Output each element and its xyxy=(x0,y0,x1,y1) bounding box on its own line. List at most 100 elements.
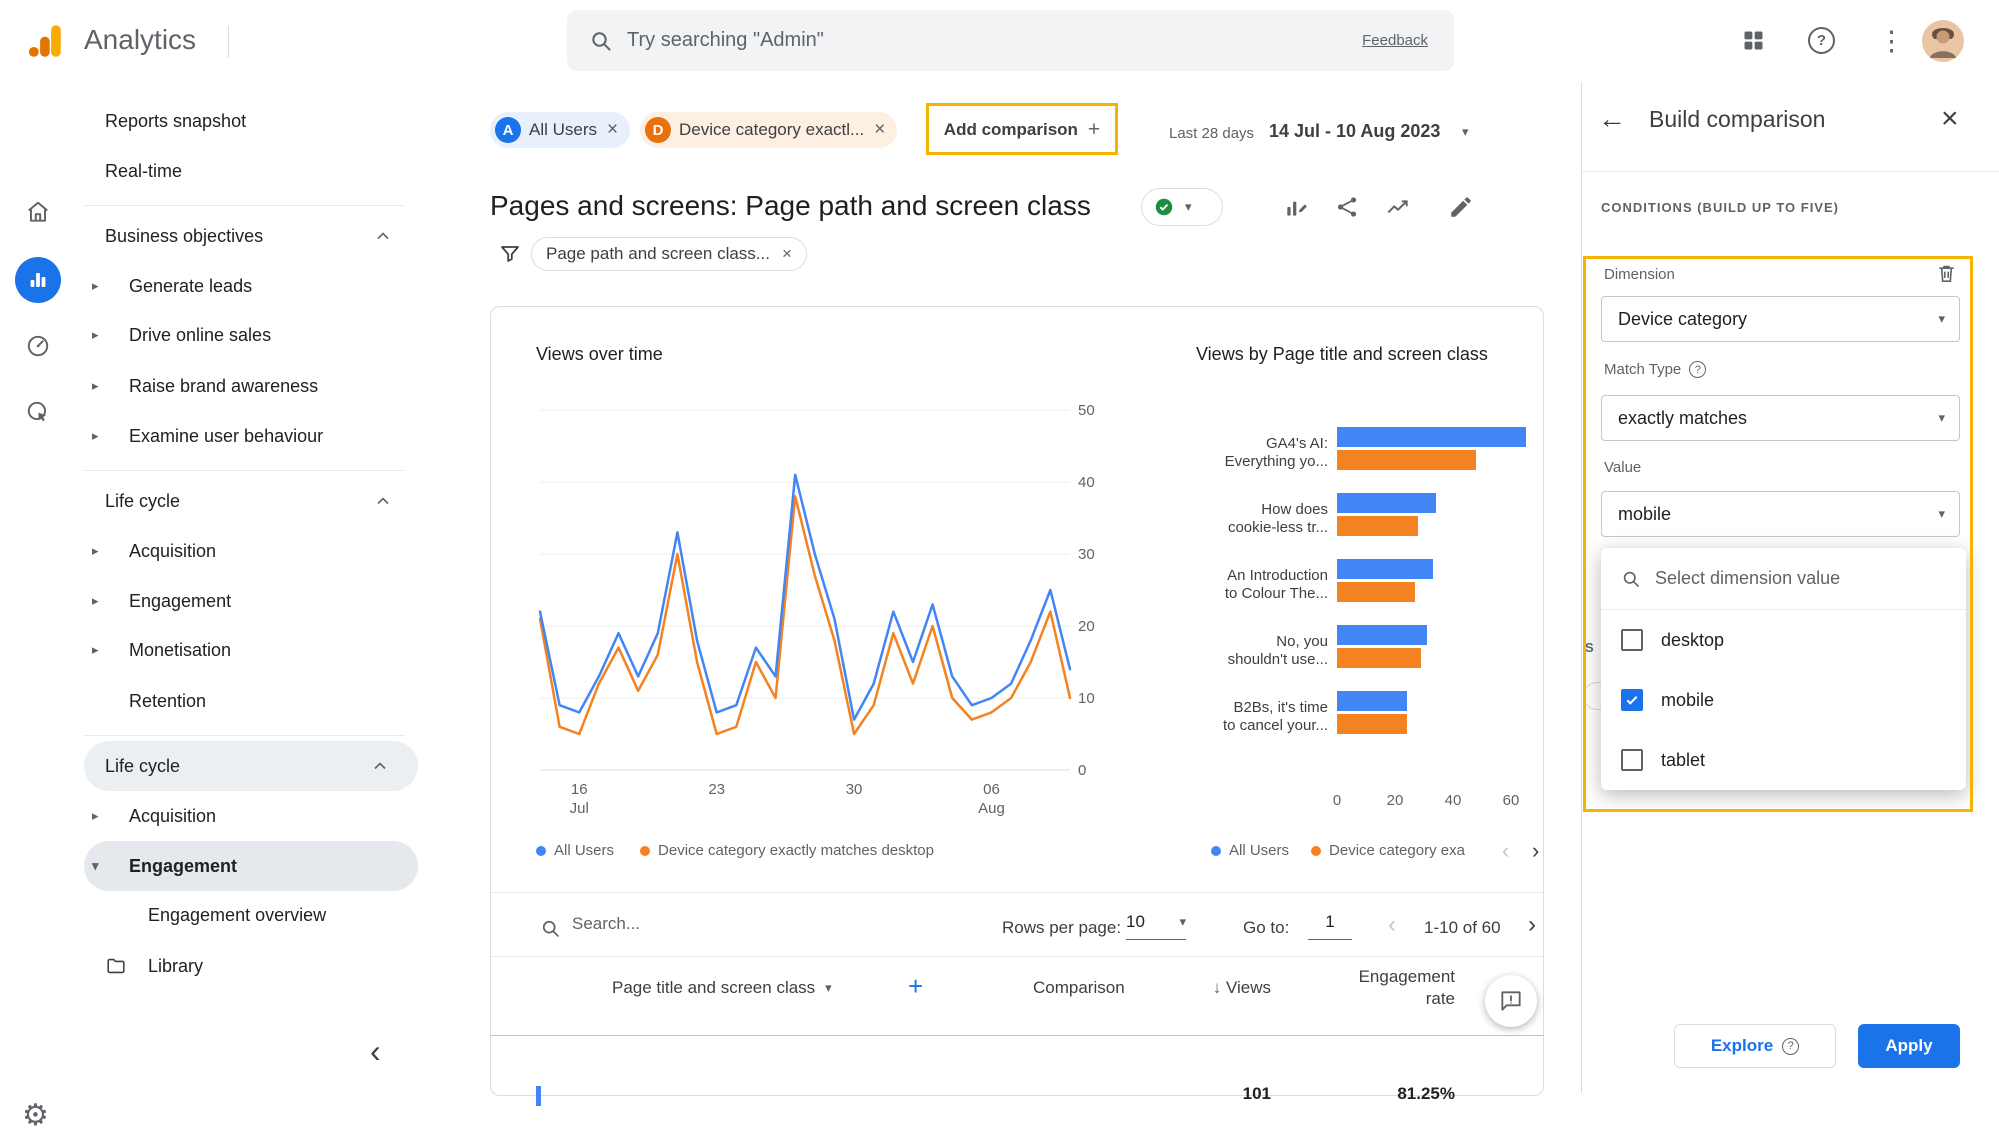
reports-icon[interactable] xyxy=(15,257,61,303)
option-desktop[interactable]: desktop xyxy=(1601,610,1966,670)
nav-acquisition-2[interactable]: ▸Acquisition xyxy=(76,791,421,841)
column-header-engagement-rate[interactable]: Engagement rate xyxy=(1341,966,1455,1010)
analytics-logo-icon xyxy=(24,20,66,62)
collapse-nav-icon[interactable]: ‹ xyxy=(370,1033,381,1070)
insights-icon[interactable] xyxy=(1385,194,1411,220)
nav-section-life-cycle-1[interactable]: Life cycle xyxy=(76,476,421,526)
nav-section-life-cycle-2[interactable]: Life cycle xyxy=(84,741,418,791)
nav-real-time[interactable]: Real-time xyxy=(76,146,421,196)
arrow-right-icon: ▸ xyxy=(92,543,129,559)
svg-text:30: 30 xyxy=(1078,546,1095,563)
option-mobile[interactable]: mobile xyxy=(1601,670,1966,730)
nav-monetisation[interactable]: ▸Monetisation xyxy=(76,625,421,675)
chevron-down-icon[interactable]: ▾ xyxy=(1462,124,1469,140)
settings-gear-icon[interactable]: ⚙ xyxy=(22,1098,49,1133)
nav-reports-snapshot[interactable]: Reports snapshot xyxy=(76,96,421,146)
rows-per-page-select[interactable]: 10 ▾ xyxy=(1126,912,1186,940)
add-column-button[interactable]: + xyxy=(908,971,923,1002)
nav-drive-online-sales[interactable]: ▸Drive online sales xyxy=(76,310,421,360)
explore-button[interactable]: Explore ? xyxy=(1674,1024,1836,1068)
sort-descending-icon: ↓ xyxy=(1213,978,1222,997)
dimension-label: Dimension xyxy=(1604,266,1675,283)
home-icon[interactable] xyxy=(25,199,51,225)
goto-page-input[interactable]: 1 xyxy=(1308,912,1352,940)
date-preset-label: Last 28 days xyxy=(1169,125,1254,142)
help-icon[interactable]: ? xyxy=(1808,27,1835,54)
rows-per-page-label: Rows per page: xyxy=(1002,918,1121,938)
kebab-menu-icon[interactable]: ⋮ xyxy=(1878,26,1905,57)
back-arrow-icon[interactable]: ← xyxy=(1598,103,1626,135)
checkbox-checked-icon[interactable] xyxy=(1621,689,1643,711)
dropdown-search-row[interactable] xyxy=(1601,548,1966,610)
apps-grid-icon[interactable] xyxy=(1740,27,1767,54)
nav-retention[interactable]: Retention xyxy=(76,676,421,726)
feedback-fab[interactable] xyxy=(1485,975,1537,1027)
arrow-right-icon: ▸ xyxy=(92,428,129,444)
checkbox-unchecked-icon[interactable] xyxy=(1621,629,1643,651)
legend-prev-icon[interactable]: ‹ xyxy=(1502,838,1509,864)
nav-raise-brand-awareness[interactable]: ▸Raise brand awareness xyxy=(76,361,421,411)
nav-engagement-2-selected[interactable]: ▾Engagement xyxy=(84,841,418,891)
chevron-down-icon: ▾ xyxy=(825,980,832,996)
app-title: Analytics xyxy=(84,24,196,56)
checkbox-unchecked-icon[interactable] xyxy=(1621,749,1643,771)
add-comparison-button[interactable]: Add comparison + xyxy=(932,112,1112,148)
conditions-header: CONDITIONS (BUILD UP TO FIVE) xyxy=(1601,200,1839,215)
comparison-chip-all-users[interactable]: A All Users × xyxy=(490,112,630,148)
svg-text:10: 10 xyxy=(1078,690,1095,707)
row-engagement-value: 81.25% xyxy=(1341,1084,1455,1104)
bar-chart-legend: All Users Device category exa xyxy=(1211,842,1465,859)
avatar[interactable] xyxy=(1922,20,1964,62)
table-search-input[interactable] xyxy=(572,914,792,934)
option-tablet[interactable]: tablet xyxy=(1601,730,1966,790)
explore-icon[interactable] xyxy=(25,333,51,359)
page-prev-icon[interactable]: ‹ xyxy=(1388,911,1396,939)
nav-section-business-objectives[interactable]: Business objectives xyxy=(76,211,421,261)
icon-rail: ⚙ xyxy=(0,82,76,1093)
data-quality-badge[interactable]: ▾ xyxy=(1141,188,1223,226)
filter-chip[interactable]: Page path and screen class... × xyxy=(531,237,807,271)
dimension-value-dropdown: desktop mobile tablet xyxy=(1601,548,1966,790)
apply-button[interactable]: Apply xyxy=(1858,1024,1960,1068)
svg-text:06: 06 xyxy=(983,781,1000,798)
close-icon[interactable]: × xyxy=(782,244,792,264)
nav-library[interactable]: Library xyxy=(76,941,421,991)
dimension-value-search-input[interactable] xyxy=(1655,568,1925,589)
legend-next-icon[interactable]: › xyxy=(1532,838,1539,864)
legend-dot-comparison xyxy=(640,846,650,856)
close-icon[interactable]: × xyxy=(874,119,885,141)
nav-engagement-1[interactable]: ▸Engagement xyxy=(76,576,421,626)
row-comparison-stripe xyxy=(536,1086,541,1106)
trash-icon[interactable] xyxy=(1935,262,1958,285)
bar-all-users xyxy=(1337,625,1427,645)
comparison-chip-device-category[interactable]: D Device category exactl... × xyxy=(640,112,897,148)
search-bar[interactable]: Feedback xyxy=(567,10,1454,71)
value-select[interactable]: mobile▾ xyxy=(1601,491,1960,537)
nav-acquisition-1[interactable]: ▸Acquisition xyxy=(76,526,421,576)
pagination-label: 1-10 of 60 xyxy=(1424,918,1501,938)
nav-engagement-overview[interactable]: Engagement overview xyxy=(76,890,421,940)
page-next-icon[interactable]: › xyxy=(1528,911,1536,939)
share-icon[interactable] xyxy=(1334,194,1360,220)
date-range-selector[interactable]: 14 Jul - 10 Aug 2023 xyxy=(1269,121,1440,142)
bar-category-label: GA4's AI: Everything yo... xyxy=(1196,420,1328,486)
bar-row: GA4's AI: Everything yo... xyxy=(1196,420,1544,486)
panel-close-icon[interactable]: × xyxy=(1941,102,1959,136)
advertising-icon[interactable] xyxy=(25,399,51,425)
bar-all-users xyxy=(1337,493,1436,513)
match-type-select[interactable]: exactly matches▾ xyxy=(1601,395,1960,441)
feedback-link[interactable]: Feedback xyxy=(1362,32,1428,49)
help-circle-icon[interactable]: ? xyxy=(1689,361,1706,378)
column-header-views[interactable]: ↓ Views xyxy=(1150,978,1271,998)
column-header-primary[interactable]: Page title and screen class ▾ xyxy=(612,978,832,998)
nav-examine-user-behaviour[interactable]: ▸Examine user behaviour xyxy=(76,411,421,461)
svg-text:20: 20 xyxy=(1078,618,1095,635)
edit-pencil-icon[interactable] xyxy=(1448,194,1474,220)
customize-chart-icon[interactable] xyxy=(1283,194,1309,220)
nav-generate-leads[interactable]: ▸Generate leads xyxy=(76,261,421,311)
dimension-select[interactable]: Device category▾ xyxy=(1601,296,1960,342)
search-input[interactable] xyxy=(627,29,1227,52)
arrow-right-icon: ▸ xyxy=(92,808,129,824)
close-icon[interactable]: × xyxy=(607,119,618,141)
table-search-icon xyxy=(540,918,561,939)
